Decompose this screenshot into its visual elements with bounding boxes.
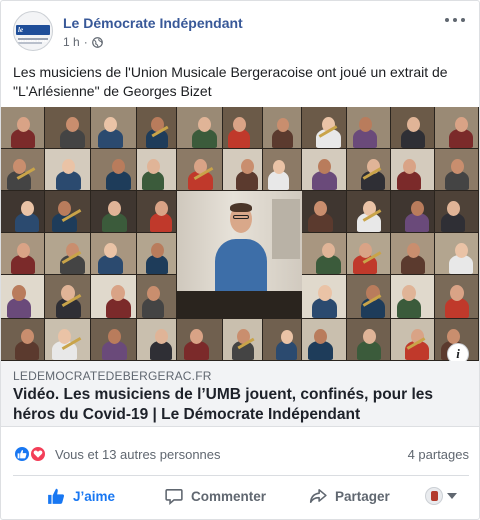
comment-label: Commenter — [191, 488, 267, 504]
musician-tile — [302, 319, 346, 360]
shares-count[interactable]: 4 partages — [408, 447, 469, 462]
reaction-icons[interactable] — [13, 444, 51, 464]
like-label: J’aime — [73, 488, 116, 504]
link-preview[interactable]: LEDEMOCRATEDEBERGERAC.FR Vidéo. Les musi… — [1, 361, 479, 427]
musician-tile — [45, 149, 90, 190]
page-avatar[interactable]: le démocrate — [13, 11, 53, 51]
musician-tile — [177, 149, 222, 190]
musician-tile — [223, 149, 262, 190]
musician-tile — [263, 107, 301, 148]
musician-tile — [1, 319, 44, 360]
love-icon — [29, 445, 47, 463]
chevron-down-icon — [447, 493, 457, 499]
post-meta: 1 h · — [63, 35, 103, 49]
musician-tile — [45, 319, 90, 360]
link-title[interactable]: Vidéo. Les musiciens de l’UMB jouent, co… — [13, 385, 469, 425]
conductor-tile — [177, 191, 302, 291]
musician-tile — [91, 275, 136, 318]
musician-tile — [223, 107, 262, 148]
reactions-summary[interactable]: Vous et 13 autres personnes — [55, 447, 221, 462]
musician-tile — [1, 107, 44, 148]
comment-icon — [165, 489, 183, 505]
musician-tile — [1, 149, 44, 190]
musician-tile — [391, 149, 434, 190]
musician-tile — [302, 149, 346, 190]
like-button[interactable]: J’aime — [47, 479, 115, 513]
info-icon[interactable]: i — [447, 343, 469, 361]
musician-tile — [263, 319, 301, 360]
globe-icon[interactable] — [91, 36, 103, 48]
musician-tile — [45, 233, 90, 274]
musician-tile — [347, 275, 390, 318]
musician-tile — [45, 107, 90, 148]
user-avatar — [425, 487, 443, 505]
musician-tile — [45, 275, 90, 318]
musician-tile — [391, 319, 434, 360]
post-timestamp[interactable]: 1 h — [63, 35, 80, 49]
musician-tile — [391, 191, 434, 232]
musician-tile — [1, 275, 44, 318]
musician-tile — [391, 275, 434, 318]
musician-tile — [347, 319, 390, 360]
musician-tile — [223, 319, 262, 360]
meta-separator: · — [83, 35, 88, 49]
musician-tile — [137, 319, 176, 360]
post-header: le démocrate Le Démocrate Indépendant 1 … — [13, 11, 469, 53]
reactions-bar: Vous et 13 autres personnes 4 partages — [13, 444, 469, 464]
musician-tile — [435, 233, 478, 274]
musician-tile — [91, 149, 136, 190]
musician-tile — [302, 107, 346, 148]
logo-line — [18, 38, 48, 40]
video-collage-image[interactable]: i — [1, 107, 479, 361]
musician-tile — [435, 107, 478, 148]
musician-tile — [347, 191, 390, 232]
reaction-as-selector[interactable] — [425, 487, 457, 505]
share-label: Partager — [335, 488, 390, 504]
musician-tile — [347, 107, 390, 148]
facebook-post: le démocrate Le Démocrate Indépendant 1 … — [0, 0, 480, 520]
musician-tile — [137, 191, 176, 232]
musician-tile — [347, 149, 390, 190]
musician-tile — [177, 107, 222, 148]
musician-tile — [263, 149, 301, 190]
musician-tile — [91, 191, 136, 232]
musician-tile — [1, 233, 44, 274]
musician-tile — [435, 149, 478, 190]
musician-tile — [435, 191, 478, 232]
musician-tile — [91, 233, 136, 274]
musician-tile — [302, 233, 346, 274]
musician-tile — [391, 107, 434, 148]
more-options-icon[interactable] — [445, 13, 465, 27]
post-text: Les musiciens de l'Union Musicale Berger… — [13, 64, 448, 99]
musician-tile — [137, 233, 176, 274]
logo-line — [18, 42, 42, 44]
musician-tile — [91, 107, 136, 148]
comment-button[interactable]: Commenter — [165, 479, 266, 513]
action-bar: J’aime Commenter Partager — [13, 479, 469, 513]
link-domain: LEDEMOCRATEDEBERGERAC.FR — [13, 369, 212, 383]
divider — [13, 475, 469, 476]
share-icon — [309, 489, 327, 503]
like-icon — [13, 445, 31, 463]
musician-tile — [137, 149, 176, 190]
musician-tile — [391, 233, 434, 274]
musician-tile — [177, 319, 222, 360]
musician-tile — [435, 275, 478, 318]
musician-tile — [91, 319, 136, 360]
thumbs-up-icon — [48, 488, 65, 504]
musician-tile — [302, 191, 346, 232]
musician-tile — [1, 191, 44, 232]
musician-tile — [137, 107, 176, 148]
musician-tile — [302, 275, 346, 318]
musician-tile — [45, 191, 90, 232]
musician-tile — [137, 275, 176, 318]
page-name-link[interactable]: Le Démocrate Indépendant — [63, 15, 243, 31]
musician-tile — [347, 233, 390, 274]
share-button[interactable]: Partager — [309, 479, 390, 513]
